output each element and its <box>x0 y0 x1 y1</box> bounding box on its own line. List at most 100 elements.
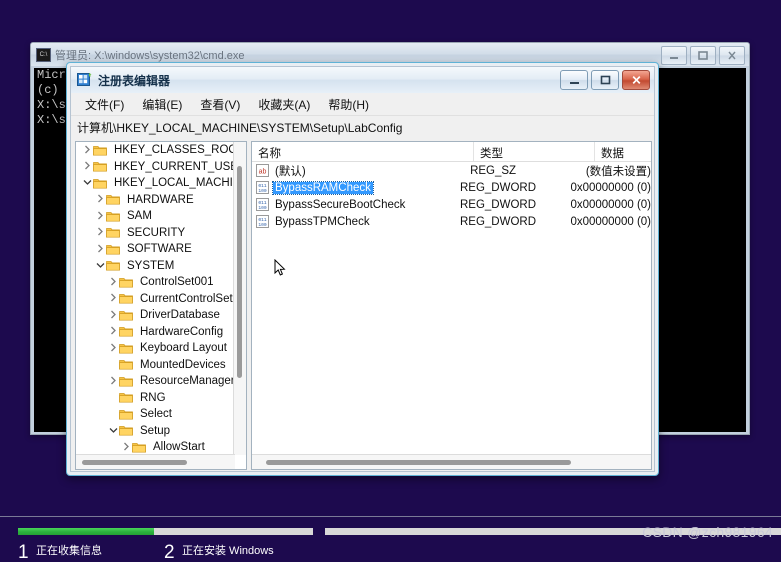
value-name: BypassSecureBootCheck <box>275 198 406 211</box>
chevron-right-icon[interactable] <box>108 343 119 354</box>
tree-item-software[interactable]: SOFTWARE <box>76 241 235 258</box>
regedit-close-button[interactable] <box>622 70 650 90</box>
value-name: BypassRAMCheck <box>272 180 374 195</box>
value-row[interactable]: 011 100 BypassRAMCheck REG_DWORD 0x00000000 … <box>252 179 651 196</box>
menu-file[interactable]: 文件(F) <box>77 94 132 115</box>
column-header-type[interactable]: 类型 <box>474 142 595 161</box>
values-horizontal-scrollbar[interactable] <box>252 454 651 469</box>
chevron-right-icon[interactable] <box>82 161 93 172</box>
value-row[interactable]: 011 100 BypassSecureBootCheck REG_DWORD 0x00… <box>252 196 651 213</box>
tree-item-hkey_classes_root[interactable]: HKEY_CLASSES_ROOT <box>76 142 235 159</box>
string-value-icon: ab <box>256 164 269 177</box>
progress-track-step-1 <box>18 528 313 535</box>
chevron-right-icon[interactable] <box>108 310 119 321</box>
regedit-minimize-button[interactable] <box>560 70 588 90</box>
value-type: REG_DWORD <box>459 181 537 194</box>
tree-item-setup[interactable]: Setup <box>76 423 235 440</box>
value-name-cell: 011 100 BypassSecureBootCheck <box>252 198 454 211</box>
tree-item-driverdatabase[interactable]: DriverDatabase <box>76 307 235 324</box>
menu-favorites[interactable]: 收藏夹(A) <box>250 94 318 115</box>
tree-hscrollbar-thumb[interactable] <box>82 460 187 465</box>
tree-item-label: CurrentControlSet <box>140 292 233 305</box>
menu-view[interactable]: 查看(V) <box>192 94 248 115</box>
cmd-maximize-button[interactable] <box>690 46 716 65</box>
registry-values-pane[interactable]: 名称 类型 数据 ab (默认) REG_SZ (数值未设置) 011 100 Bypass… <box>251 141 652 470</box>
tree-item-sam[interactable]: SAM <box>76 208 235 225</box>
step-number-2: 2 <box>164 542 175 562</box>
tree-item-controlset001[interactable]: ControlSet001 <box>76 274 235 291</box>
dword-value-icon: 011 100 <box>256 181 269 194</box>
chevron-right-icon[interactable] <box>108 376 119 387</box>
column-header-data[interactable]: 数据 <box>595 142 651 161</box>
values-hscrollbar-thumb[interactable] <box>266 460 571 465</box>
chevron-right-icon[interactable] <box>95 211 106 222</box>
folder-icon <box>106 260 120 271</box>
menu-edit[interactable]: 编辑(E) <box>134 94 190 115</box>
tree-item-hardware[interactable]: HARDWARE <box>76 192 235 209</box>
registry-icon <box>77 72 92 87</box>
chevron-down-icon[interactable] <box>95 261 106 271</box>
tree-item-label: SOFTWARE <box>127 243 192 256</box>
tree-item-keyboard-layout[interactable]: Keyboard Layout <box>76 340 235 357</box>
value-row[interactable]: 011 100 BypassTPMCheck REG_DWORD 0x00000000 … <box>252 213 651 230</box>
tree-item-hkey_local_machine[interactable]: HKEY_LOCAL_MACHINE <box>76 175 235 192</box>
tree-item-security[interactable]: SECURITY <box>76 225 235 242</box>
value-type: REG_DWORD <box>459 215 537 228</box>
tree-item-label: HARDWARE <box>127 193 194 206</box>
value-name-cell: ab (默认) <box>252 163 464 179</box>
tree-item-currentcontrolset[interactable]: CurrentControlSet <box>76 291 235 308</box>
chevron-right-icon[interactable] <box>108 293 119 304</box>
folder-icon <box>119 425 133 436</box>
value-row[interactable]: ab (默认) REG_SZ (数值未设置) <box>252 162 651 179</box>
column-header-name[interactable]: 名称 <box>252 142 474 161</box>
tree-item-allowstart[interactable]: AllowStart <box>76 439 235 455</box>
folder-icon <box>119 293 133 304</box>
tree-item-select[interactable]: Select <box>76 406 235 423</box>
svg-text:ab: ab <box>259 169 267 176</box>
chevron-down-icon[interactable] <box>108 426 119 436</box>
chevron-right-icon[interactable] <box>108 277 119 288</box>
tree-item-resourcemanager[interactable]: ResourceManager <box>76 373 235 390</box>
registry-editor-window[interactable]: 注册表编辑器 文件(F) 编辑(E) 查看(V) 收藏夹(A) 帮助(H) 计算… <box>66 62 659 476</box>
registry-editor-frame: 注册表编辑器 文件(F) 编辑(E) 查看(V) 收藏夹(A) 帮助(H) 计算… <box>70 66 655 472</box>
value-data: (数值未设置) <box>585 165 651 178</box>
tree-horizontal-scrollbar[interactable] <box>76 454 235 469</box>
menu-help[interactable]: 帮助(H) <box>320 94 377 115</box>
tree-vertical-scrollbar[interactable] <box>233 142 246 455</box>
registry-address-bar[interactable]: 计算机\HKEY_LOCAL_MACHINE\SYSTEM\Setup\LabC… <box>71 116 654 137</box>
footer-divider <box>0 516 781 517</box>
cmd-close-button[interactable] <box>719 46 745 65</box>
value-name: (默认) <box>275 165 306 178</box>
tree-item-mounteddevices[interactable]: MountedDevices <box>76 357 235 374</box>
cmd-window-controls <box>661 46 745 65</box>
tree-item-system[interactable]: SYSTEM <box>76 258 235 275</box>
folder-icon <box>106 227 120 238</box>
folder-icon <box>119 277 133 288</box>
tree-scrollbar-thumb[interactable] <box>237 166 242 378</box>
step-number-1: 1 <box>18 542 29 562</box>
registry-tree-list: HKEY_CLASSES_ROOT HKEY_CURRENT_USER HKEY_L… <box>76 142 235 455</box>
tree-item-rng[interactable]: RNG <box>76 390 235 407</box>
tree-item-hkey_current_user[interactable]: HKEY_CURRENT_USER <box>76 159 235 176</box>
tree-item-label: HKEY_CURRENT_USER <box>114 160 235 173</box>
registry-editor-titlebar[interactable]: 注册表编辑器 <box>71 67 654 93</box>
tree-item-label: ControlSet001 <box>140 276 214 289</box>
folder-icon <box>132 442 146 453</box>
chevron-right-icon[interactable] <box>95 227 106 238</box>
tree-item-label: SAM <box>127 210 152 223</box>
tree-item-label: DriverDatabase <box>140 309 220 322</box>
folder-icon <box>119 392 133 403</box>
regedit-maximize-button[interactable] <box>591 70 619 90</box>
chevron-right-icon[interactable] <box>108 326 119 337</box>
chevron-right-icon[interactable] <box>95 244 106 255</box>
values-list: ab (默认) REG_SZ (数值未设置) 011 100 BypassRAMCheck R… <box>252 162 651 230</box>
tree-item-label: ResourceManager <box>140 375 235 388</box>
registry-tree-pane[interactable]: HKEY_CLASSES_ROOT HKEY_CURRENT_USER HKEY_L… <box>75 141 247 470</box>
chevron-right-icon[interactable] <box>121 442 132 453</box>
cmd-minimize-button[interactable] <box>661 46 687 65</box>
chevron-right-icon[interactable] <box>82 145 93 156</box>
chevron-right-icon[interactable] <box>95 194 106 205</box>
chevron-down-icon[interactable] <box>82 178 93 188</box>
tree-item-hardwareconfig[interactable]: HardwareConfig <box>76 324 235 341</box>
folder-icon <box>93 178 107 189</box>
